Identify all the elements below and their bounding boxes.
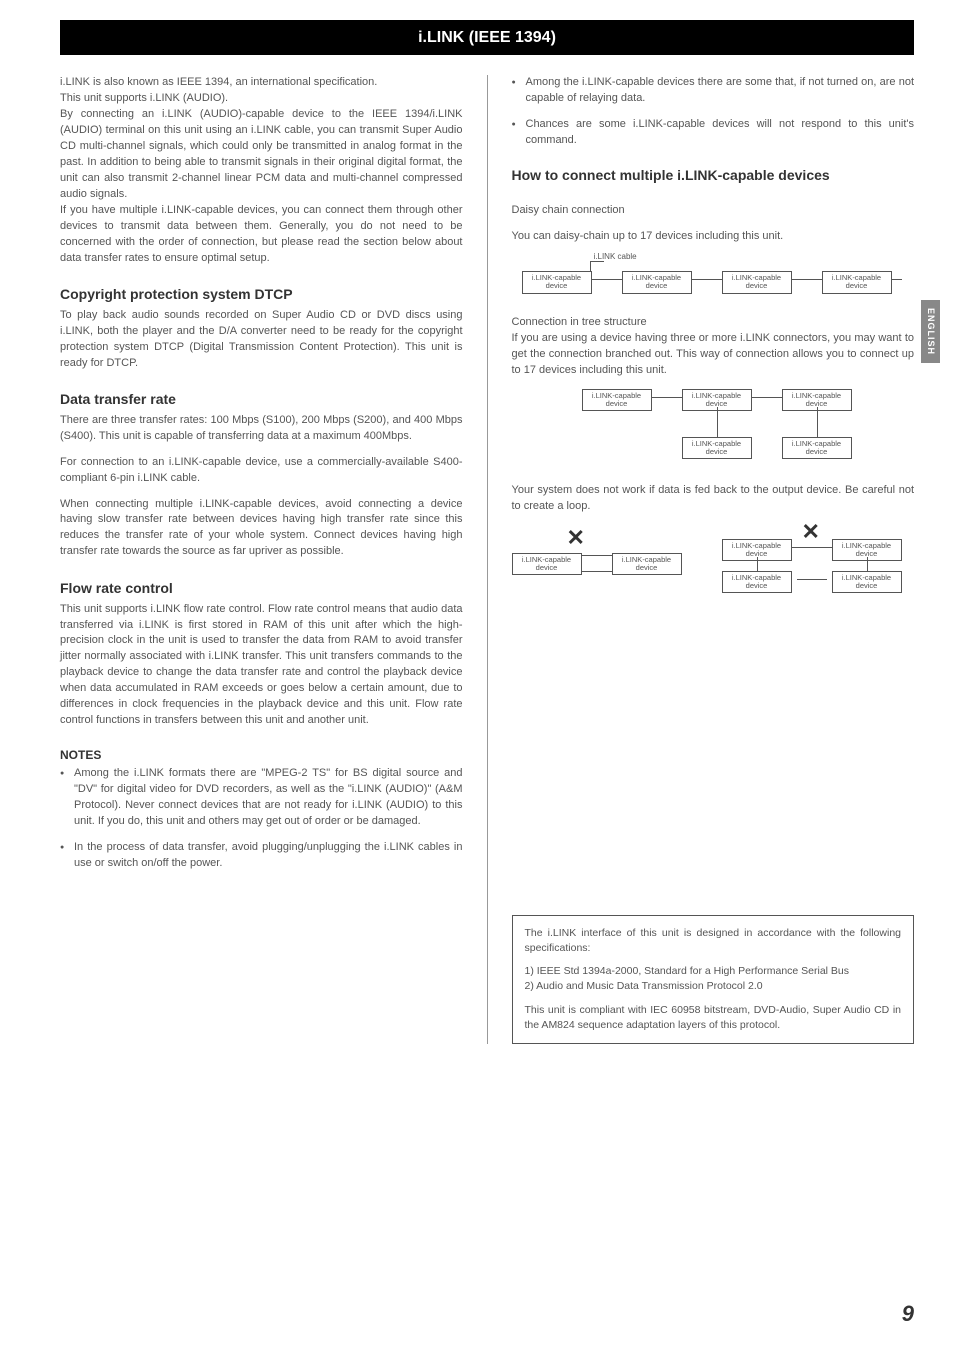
right-bullets: Among the i.LINK-capable devices there a… bbox=[512, 75, 915, 149]
page-number: 9 bbox=[902, 1298, 914, 1330]
daisy-label: Daisy chain connection bbox=[512, 203, 915, 219]
data-rate-1: There are three transfer rates: 100 Mbps… bbox=[60, 413, 463, 445]
language-tab: ENGLISH bbox=[921, 300, 940, 363]
device-box: i.LINK-capable device bbox=[682, 437, 752, 460]
loop-diagrams: ✕ i.LINK-capable device i.LINK-capable d… bbox=[512, 525, 915, 615]
data-rate-3: When connecting multiple i.LINK-capable … bbox=[60, 497, 463, 561]
tree-diagram: i.LINK-capable device i.LINK-capable dev… bbox=[572, 389, 915, 469]
x-icon: ✕ bbox=[802, 521, 820, 543]
spec-box: The i.LINK interface of this unit is des… bbox=[512, 915, 915, 1044]
note-item: Among the i.LINK formats there are "MPEG… bbox=[60, 766, 463, 830]
flow-body: This unit supports i.LINK flow rate cont… bbox=[60, 602, 463, 730]
data-rate-heading: Data transfer rate bbox=[60, 389, 463, 409]
loop-text: Your system does not work if data is fed… bbox=[512, 483, 915, 515]
right-column: Among the i.LINK-capable devices there a… bbox=[512, 75, 915, 1044]
spec-compliance: This unit is compliant with IEC 60958 bi… bbox=[525, 1003, 902, 1033]
intro-para-3: By connecting an i.LINK (AUDIO)-capable … bbox=[60, 107, 463, 203]
spec-item-1: 1) IEEE Std 1394a-2000, Standard for a H… bbox=[525, 964, 902, 979]
device-box: i.LINK-capable device bbox=[612, 553, 682, 576]
spec-intro: The i.LINK interface of this unit is des… bbox=[525, 926, 902, 956]
device-box: i.LINK-capable device bbox=[722, 571, 792, 594]
device-box: i.LINK-capable device bbox=[782, 437, 852, 460]
data-rate-2: For connection to an i.LINK-capable devi… bbox=[60, 455, 463, 487]
column-divider bbox=[487, 75, 488, 1044]
note-item: In the process of data transfer, avoid p… bbox=[60, 840, 463, 872]
notes-list: Among the i.LINK formats there are "MPEG… bbox=[60, 766, 463, 872]
copyright-body: To play back audio sounds recorded on Su… bbox=[60, 308, 463, 372]
intro-para-4: If you have multiple i.LINK-capable devi… bbox=[60, 203, 463, 267]
x-icon: ✕ bbox=[567, 527, 585, 549]
intro-line-1: i.LINK is also known as IEEE 1394, an in… bbox=[60, 75, 463, 91]
tree-label: Connection in tree structure bbox=[512, 315, 915, 331]
copyright-heading: Copyright protection system DTCP bbox=[60, 284, 463, 304]
device-box: i.LINK-capable device bbox=[582, 389, 652, 412]
daisy-text: You can daisy-chain up to 17 devices inc… bbox=[512, 229, 915, 245]
how-connect-heading: How to connect multiple i.LINK-capable d… bbox=[512, 165, 915, 185]
device-box: i.LINK-capable device bbox=[722, 271, 792, 294]
flow-heading: Flow rate control bbox=[60, 578, 463, 598]
right-bullet-2: Chances are some i.LINK-capable devices … bbox=[512, 117, 915, 149]
device-box: i.LINK-capable device bbox=[832, 571, 902, 594]
device-box: i.LINK-capable device bbox=[622, 271, 692, 294]
spec-item-2: 2) Audio and Music Data Transmission Pro… bbox=[525, 979, 902, 994]
right-bullet-1: Among the i.LINK-capable devices there a… bbox=[512, 75, 915, 107]
page-header: i.LINK (IEEE 1394) bbox=[60, 20, 914, 55]
notes-heading: NOTES bbox=[60, 747, 463, 764]
device-box: i.LINK-capable device bbox=[522, 271, 592, 294]
device-box: i.LINK-capable device bbox=[822, 271, 892, 294]
intro-line-2: This unit supports i.LINK (AUDIO). bbox=[60, 91, 463, 107]
content-columns: i.LINK is also known as IEEE 1394, an in… bbox=[60, 75, 914, 1044]
tree-text: If you are using a device having three o… bbox=[512, 331, 915, 379]
device-box: i.LINK-capable device bbox=[512, 553, 582, 576]
left-column: i.LINK is also known as IEEE 1394, an in… bbox=[60, 75, 463, 1044]
daisy-chain-diagram: i.LINK cable i.LINK-capable device i.LIN… bbox=[512, 251, 915, 301]
